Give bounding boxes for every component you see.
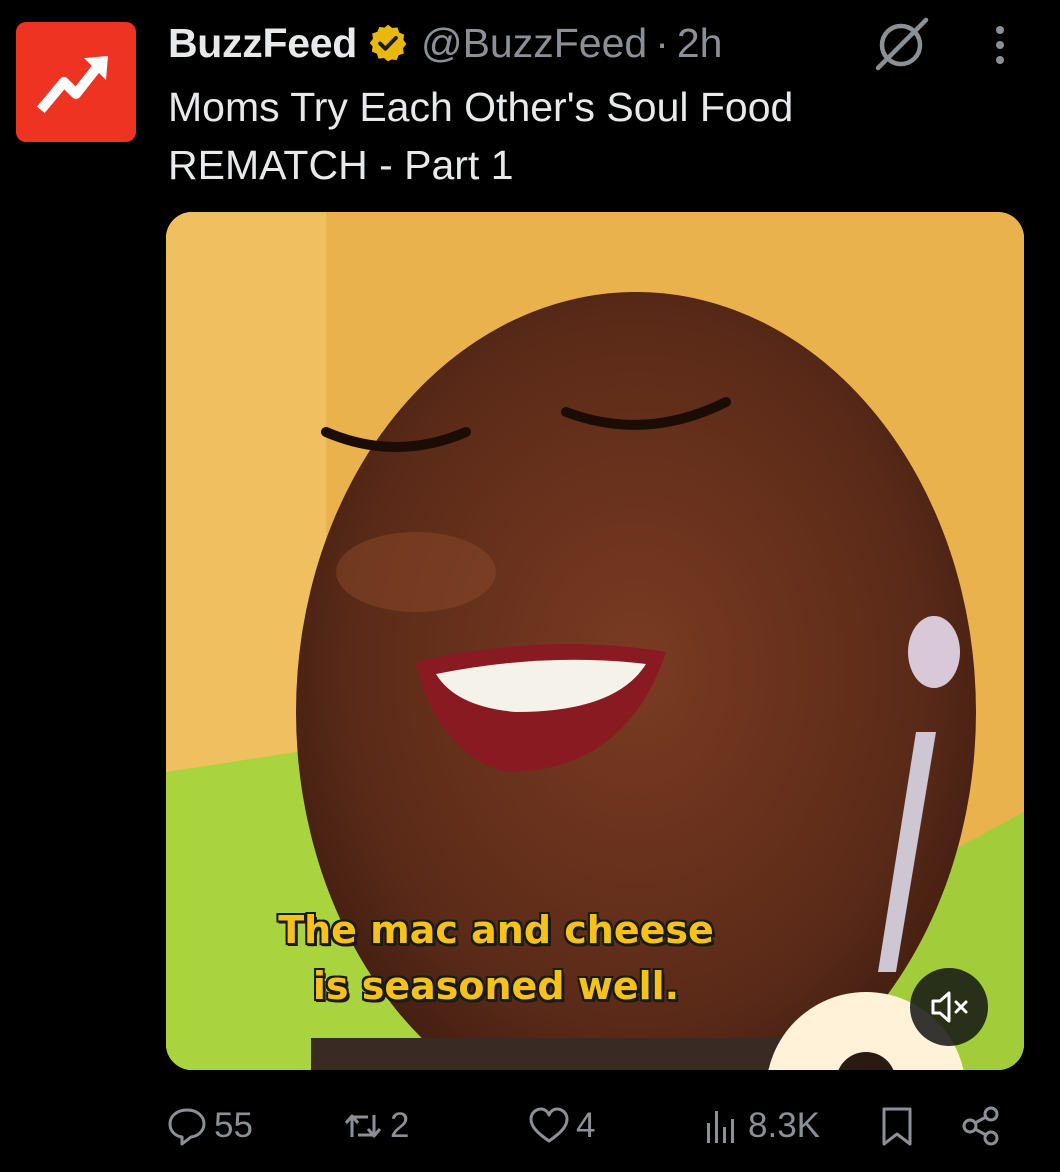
views-count: 8.3K [748, 1106, 820, 1145]
caption-line-1: The mac and cheese [278, 908, 714, 952]
post-text: Moms Try Each Other's Soul Food REMATCH … [168, 84, 794, 188]
caption-line-2: is seasoned well. [312, 964, 680, 1008]
bookmark-icon [882, 1107, 912, 1146]
repost-button[interactable]: 2 [342, 1098, 409, 1154]
repost-icon [344, 1114, 382, 1138]
repost-count: 2 [390, 1106, 410, 1145]
bookmark-button[interactable] [876, 1098, 924, 1154]
author-name[interactable]: BuzzFeed [168, 20, 357, 67]
video-caption: The mac and cheese is seasoned well. [166, 902, 826, 1014]
author-handle[interactable]: @BuzzFeed [421, 20, 647, 67]
like-button[interactable]: 4 [528, 1098, 595, 1154]
tweet-header: BuzzFeed @BuzzFeed · 2h [168, 16, 722, 70]
share-button[interactable] [960, 1098, 1008, 1154]
avatar[interactable] [16, 22, 136, 142]
reply-button[interactable]: 55 [166, 1098, 253, 1154]
mute-button[interactable] [910, 968, 988, 1046]
reply-icon [168, 1108, 206, 1146]
heart-icon [529, 1107, 569, 1143]
verified-badge-icon [369, 24, 407, 62]
like-count: 4 [576, 1106, 596, 1145]
share-icon [962, 1106, 999, 1146]
buzzfeed-logo-icon [36, 56, 108, 114]
more-vertical-icon[interactable] [984, 22, 1016, 68]
reply-count: 55 [214, 1106, 253, 1145]
post-time[interactable]: 2h [677, 20, 723, 67]
video-player[interactable]: The mac and cheese is seasoned well. [166, 212, 1024, 1070]
tweet[interactable]: BuzzFeed @BuzzFeed · 2h Moms Try Each Ot… [0, 0, 1060, 1172]
separator-dot: · [655, 19, 669, 66]
grok-icon[interactable] [872, 14, 930, 72]
action-bar: 55 2 4 8.3K [166, 1098, 1016, 1154]
speaker-muted-icon [931, 991, 968, 1023]
views-chart-icon [707, 1111, 734, 1143]
views-button[interactable]: 8.3K [700, 1098, 820, 1154]
